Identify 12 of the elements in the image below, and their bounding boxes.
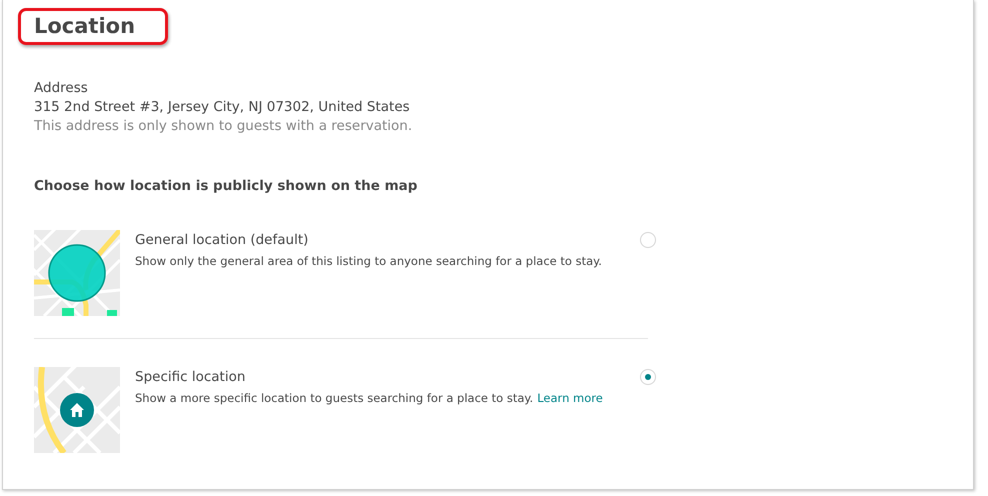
option-title: General location (default) <box>135 231 310 250</box>
option-description: Show a more specific location to guests searching for a place to stay. Learn more <box>135 390 604 407</box>
radio-button[interactable] <box>640 232 656 248</box>
address-label: Address <box>34 79 89 98</box>
option-title: Specific location <box>135 368 246 387</box>
learn-more-link[interactable]: Learn more <box>537 391 603 405</box>
option-description: Show only the general area of this listing to anyone searching for a place to stay. <box>135 253 603 270</box>
page-title: Location <box>18 8 168 45</box>
address-note: This address is only shown to guests with a reservation. <box>34 117 414 136</box>
address-text: 315 2nd Street #3, Jersey City, NJ 07302, United States <box>34 98 411 117</box>
radio-button[interactable] <box>640 369 656 385</box>
section-heading: Choose how location is publicly shown on the map <box>34 178 418 194</box>
